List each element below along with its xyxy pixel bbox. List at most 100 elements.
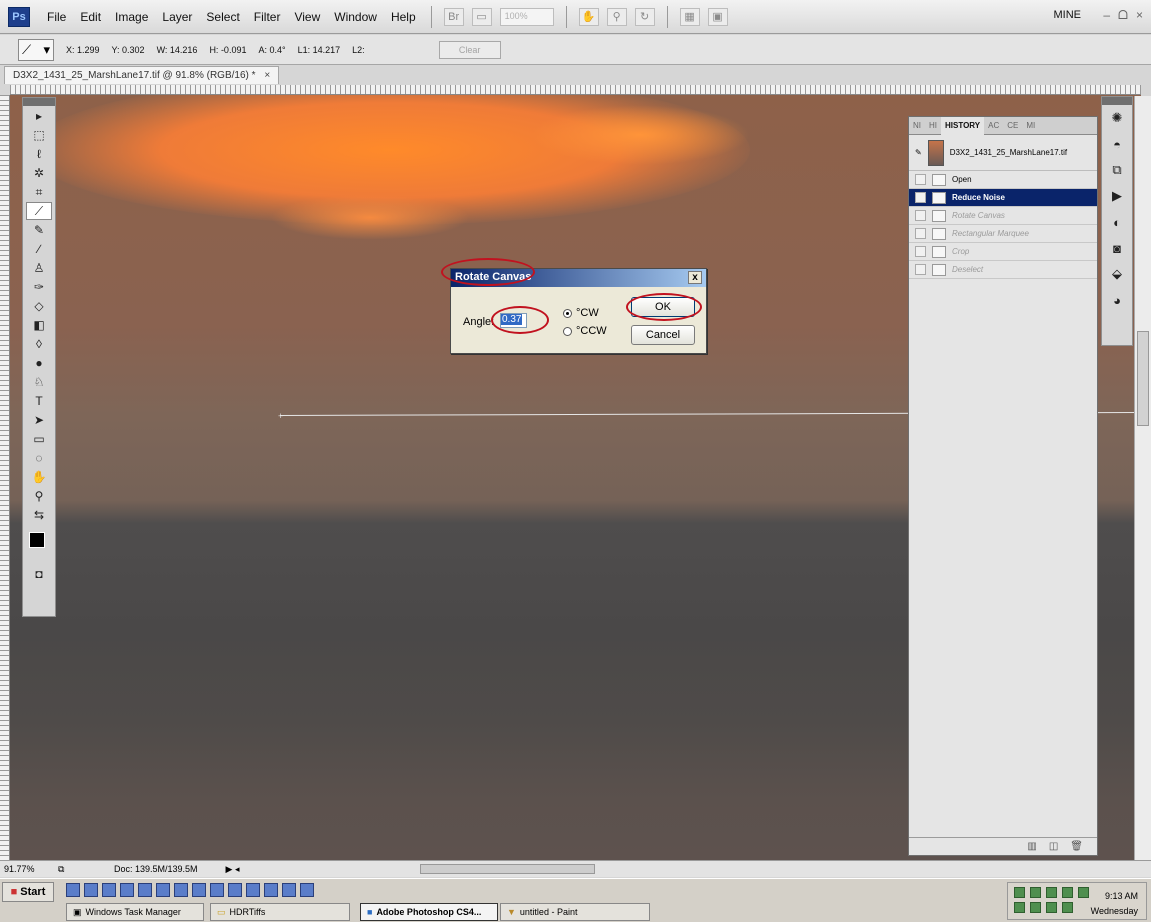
workspace-switcher[interactable]: MINE <box>1054 9 1082 21</box>
history-brush-tool-icon[interactable]: ✑ <box>23 278 55 296</box>
clone-stamp-tool-icon[interactable]: ♙ <box>23 259 55 277</box>
tray-icon[interactable] <box>1014 887 1025 898</box>
taskbar-item-paint[interactable]: ▼ untitled - Paint <box>500 903 650 921</box>
vertical-scrollbar[interactable] <box>1134 96 1151 860</box>
arrange-documents-icon[interactable]: ▦ <box>679 7 700 26</box>
status-menu-arrow-icon[interactable]: ▶ ◂ <box>226 864 240 875</box>
ok-button[interactable]: OK <box>631 297 695 317</box>
tray-icon[interactable] <box>1078 887 1089 898</box>
zoom-icon[interactable]: ⚲ <box>606 7 627 26</box>
restore-button[interactable]: ᗝ <box>1118 8 1128 23</box>
close-icon[interactable]: × <box>264 70 270 81</box>
path-selection-tool-icon[interactable]: ➤ <box>23 411 55 429</box>
quick-launch-icon[interactable] <box>228 883 242 897</box>
history-item[interactable]: Crop <box>909 243 1097 261</box>
quick-launch-icon[interactable] <box>138 883 152 897</box>
history-panel-icon[interactable]: ⧉ <box>1102 157 1132 183</box>
minimize-button[interactable]: – <box>1103 8 1110 23</box>
vertical-scroll-thumb[interactable] <box>1137 331 1149 426</box>
cw-radio[interactable]: °CW <box>563 307 599 319</box>
hand-icon[interactable]: ✋ <box>578 7 599 26</box>
foreground-color-swatch[interactable] <box>29 532 45 548</box>
trash-icon[interactable]: 🗑 <box>1070 841 1083 852</box>
layer-comps-icon[interactable]: ◙ <box>1102 235 1132 261</box>
menu-filter[interactable]: Filter <box>247 10 288 24</box>
angle-input[interactable]: 0.37 <box>500 313 527 328</box>
quick-launch-icon[interactable] <box>66 883 80 897</box>
taskbar-item-task-manager[interactable]: ▣ Windows Task Manager <box>66 903 204 921</box>
zoom-level-select[interactable]: 100% <box>499 7 554 26</box>
quick-launch-icon[interactable] <box>192 883 206 897</box>
quick-launch-icon[interactable] <box>102 883 116 897</box>
zoom-tool-icon[interactable]: ⚲ <box>23 487 55 505</box>
tab-actions[interactable]: AC <box>984 121 1003 130</box>
history-source-checkbox[interactable] <box>915 228 926 239</box>
horizontal-scroll-thumb[interactable] <box>420 864 595 874</box>
menu-file[interactable]: File <box>40 10 73 24</box>
screen-mode-select-icon[interactable]: ▣ <box>707 7 728 26</box>
lasso-tool-icon[interactable]: ℓ <box>23 145 55 163</box>
layers-icon[interactable]: ⬙ <box>1102 261 1132 287</box>
pen-tool-icon[interactable]: ♘ <box>23 373 55 391</box>
ccw-radio[interactable]: °CCW <box>563 325 607 337</box>
dialog-title-bar[interactable]: Rotate Canvas x <box>451 269 706 287</box>
history-source-checkbox[interactable] <box>915 264 926 275</box>
tray-icon[interactable] <box>1046 902 1057 913</box>
default-colors-icon[interactable]: ⇆ <box>23 506 55 524</box>
marquee-tool-icon[interactable]: ⬚ <box>23 126 55 144</box>
new-snapshot-icon[interactable]: ◫ <box>1049 841 1058 852</box>
history-source-checkbox[interactable] <box>915 192 926 203</box>
tab-measurement[interactable]: MI <box>1022 121 1039 130</box>
tray-icon[interactable] <box>1014 902 1025 913</box>
magic-wand-tool-icon[interactable]: ✲ <box>23 164 55 182</box>
quick-launch-icon[interactable] <box>246 883 260 897</box>
tray-icon[interactable] <box>1030 887 1041 898</box>
bridge-icon[interactable]: Br <box>443 7 464 26</box>
dialog-close-button[interactable]: x <box>688 271 702 284</box>
horizontal-ruler[interactable] <box>10 85 1141 95</box>
actions-icon[interactable]: ▶ <box>1102 183 1132 209</box>
close-button[interactable]: × <box>1136 8 1143 23</box>
type-tool-icon[interactable]: T <box>23 392 55 410</box>
channels-icon[interactable]: ◕ <box>1102 287 1132 313</box>
dock-header[interactable] <box>1102 97 1132 105</box>
3d-rotate-tool-icon[interactable]: ◌ <box>23 449 55 467</box>
menu-view[interactable]: View <box>287 10 327 24</box>
masks-icon[interactable]: ◓ <box>1102 131 1132 157</box>
history-source-checkbox[interactable] <box>915 174 926 185</box>
menu-select[interactable]: Select <box>199 10 246 24</box>
brush-tool-icon[interactable]: ∕ <box>23 240 55 258</box>
adjustments-icon[interactable]: ✺ <box>1102 105 1132 131</box>
screen-mode-icon[interactable]: ▭ <box>471 7 492 26</box>
menu-help[interactable]: Help <box>384 10 423 24</box>
clock[interactable]: 9:13 AM Wednesday <box>1091 889 1138 919</box>
history-source-checkbox[interactable] <box>915 210 926 221</box>
info-icon[interactable]: ◐ <box>1102 209 1132 235</box>
healing-brush-tool-icon[interactable]: ✎ <box>23 221 55 239</box>
quick-launch-icon[interactable] <box>84 883 98 897</box>
document-tab[interactable]: D3X2_1431_25_MarshLane17.tif @ 91.8% (RG… <box>4 66 280 84</box>
eraser-tool-icon[interactable]: ◇ <box>23 297 55 315</box>
quick-launch-icon[interactable] <box>210 883 224 897</box>
hand-tool-icon[interactable]: ✋ <box>23 468 55 486</box>
tray-icon[interactable] <box>1030 902 1041 913</box>
history-item[interactable]: Rotate Canvas <box>909 207 1097 225</box>
cancel-button[interactable]: Cancel <box>631 325 695 345</box>
vertical-ruler[interactable] <box>0 95 10 860</box>
menu-layer[interactable]: Layer <box>155 10 199 24</box>
menu-window[interactable]: Window <box>327 10 384 24</box>
history-item[interactable]: Deselect <box>909 261 1097 279</box>
dodge-tool-icon[interactable]: ● <box>23 354 55 372</box>
tools-panel-header[interactable] <box>23 98 55 106</box>
menu-edit[interactable]: Edit <box>73 10 108 24</box>
history-brush-source-icon[interactable]: ✎ <box>915 148 922 157</box>
zoom-percentage[interactable]: 91.77% <box>0 864 40 874</box>
tool-preset-picker[interactable]: ⟋ ▾ <box>18 38 54 61</box>
history-source-checkbox[interactable] <box>915 246 926 257</box>
tab-histogram[interactable]: HI <box>925 121 941 130</box>
new-document-from-state-icon[interactable]: ▥ <box>1027 841 1036 852</box>
crop-tool-icon[interactable]: ⌗ <box>23 183 55 201</box>
quick-launch-icon[interactable] <box>300 883 314 897</box>
tab-clone-source[interactable]: CE <box>1003 121 1022 130</box>
taskbar-item-photoshop[interactable]: ■ Adobe Photoshop CS4... <box>360 903 498 921</box>
